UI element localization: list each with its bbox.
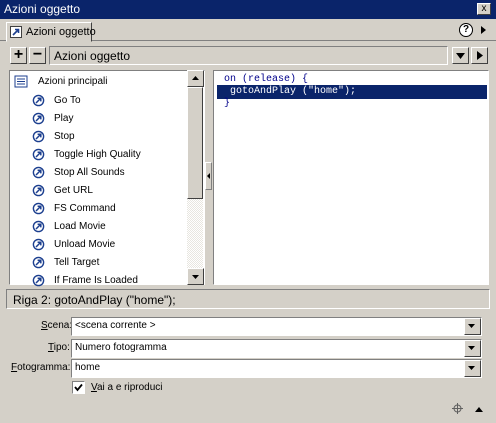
action-arrow-icon xyxy=(32,112,45,125)
category-label: Azioni principali xyxy=(38,76,108,87)
target-icon[interactable] xyxy=(452,403,463,414)
splitter-arrow-icon xyxy=(207,173,210,179)
action-arrow-icon xyxy=(32,220,45,233)
action-arrow-icon xyxy=(32,130,45,143)
scroll-down-icon xyxy=(192,275,199,279)
tab-label: Azioni oggetto xyxy=(26,26,96,38)
actions-list[interactable]: Azioni principali Go To Play Stop Toggle Hi… xyxy=(9,70,205,287)
action-item[interactable]: Toggle High Quality xyxy=(10,146,186,164)
action-item-label: Stop All Sounds xyxy=(54,167,125,178)
action-item[interactable]: FS Command xyxy=(10,200,186,218)
frame-combo[interactable]: home xyxy=(71,359,482,378)
scroll-up-button[interactable] xyxy=(187,70,204,87)
action-item-label: Unload Movie xyxy=(54,239,116,250)
panel-header-label: Azioni oggetto xyxy=(54,49,131,63)
action-item-label: Play xyxy=(54,113,74,124)
scene-label: Scena: xyxy=(41,320,72,331)
action-arrow-icon xyxy=(32,148,45,161)
move-up-button[interactable] xyxy=(471,47,488,64)
pane-splitter[interactable] xyxy=(205,162,212,190)
action-item-label: Load Movie xyxy=(54,221,106,232)
action-arrow-icon xyxy=(32,184,45,197)
action-item[interactable]: Unload Movie xyxy=(10,236,186,254)
triangle-down-icon xyxy=(456,53,465,59)
tab-azioni-oggetto[interactable]: Azioni oggetto xyxy=(6,22,96,42)
type-label-text: ipo: xyxy=(53,342,70,353)
action-item[interactable]: Tell Target xyxy=(10,254,186,272)
action-item[interactable]: Stop xyxy=(10,128,186,146)
action-item-label: Stop xyxy=(54,131,75,142)
status-line: Riga 2: gotoAndPlay ("home"); xyxy=(6,289,490,309)
scroll-down-button[interactable] xyxy=(187,268,204,285)
action-item-label: Go To xyxy=(54,95,81,106)
action-arrow-icon xyxy=(32,256,45,269)
add-action-button[interactable]: + xyxy=(10,47,27,64)
script-editor[interactable]: on (release) { gotoAndPlay ("home"); } xyxy=(213,70,489,285)
arrow-action-icon xyxy=(10,26,22,38)
play-checkbox-label[interactable]: Vai a e riproduci xyxy=(91,382,163,393)
category-azioni-principali[interactable]: Azioni principali xyxy=(10,73,186,91)
action-item-label: Get URL xyxy=(54,185,93,196)
help-button[interactable]: ? xyxy=(459,23,473,37)
scene-dropdown-button[interactable] xyxy=(464,318,481,335)
code-line-2[interactable]: gotoAndPlay ("home"); xyxy=(224,86,356,97)
action-item[interactable]: Play xyxy=(10,110,186,128)
close-button[interactable]: x xyxy=(477,3,491,15)
collapse-up-icon[interactable] xyxy=(474,405,484,413)
action-item[interactable]: Get URL xyxy=(10,182,186,200)
frame-label-text: otogramma: xyxy=(17,362,71,373)
type-select[interactable]: Numero fotogramma xyxy=(71,339,482,358)
scroll-thumb[interactable] xyxy=(187,87,203,199)
action-item[interactable]: If Frame Is Loaded xyxy=(10,272,186,290)
action-item-label: If Frame Is Loaded xyxy=(54,275,138,286)
scene-label-text: cena: xyxy=(47,320,73,331)
chevron-down-icon xyxy=(468,324,475,328)
triangle-right-icon xyxy=(477,51,483,60)
move-down-button[interactable] xyxy=(452,47,469,64)
action-arrow-icon xyxy=(32,166,45,179)
code-line-3[interactable]: } xyxy=(224,98,230,109)
action-item-label: Toggle High Quality xyxy=(54,149,141,160)
action-item[interactable]: Stop All Sounds xyxy=(10,164,186,182)
checkmark-icon xyxy=(74,383,83,392)
action-item-label: Tell Target xyxy=(54,257,100,268)
status-text: Riga 2: gotoAndPlay ("home"); xyxy=(13,293,176,307)
action-arrow-icon xyxy=(32,202,45,215)
action-arrow-icon xyxy=(32,238,45,251)
panel-header: Azioni oggetto xyxy=(49,46,448,65)
scene-label-accel: S xyxy=(41,320,48,331)
frame-label: Fotogramma: xyxy=(11,362,70,373)
book-icon xyxy=(14,75,28,88)
action-arrow-icon xyxy=(32,94,45,107)
frame-value: home xyxy=(75,362,101,373)
chevron-down-icon xyxy=(468,366,475,370)
window-title: Azioni oggetto xyxy=(4,2,81,16)
type-value: Numero fotogramma xyxy=(75,342,167,353)
action-arrow-icon xyxy=(32,274,45,287)
code-line-1[interactable]: on (release) { xyxy=(224,74,308,85)
frame-dropdown-button[interactable] xyxy=(464,360,481,377)
action-item[interactable]: Load Movie xyxy=(10,218,186,236)
action-item[interactable]: Go To xyxy=(10,92,186,110)
play-label-text: ai a e riproduci xyxy=(96,382,163,393)
play-checkbox[interactable] xyxy=(72,381,85,394)
type-dropdown-button[interactable] xyxy=(464,340,481,357)
scene-value: <scena corrente > xyxy=(75,320,156,331)
panel-menu-arrow-icon[interactable] xyxy=(477,24,489,36)
type-label: Tipo: xyxy=(48,342,70,353)
scene-select[interactable]: <scena corrente > xyxy=(71,317,482,336)
chevron-down-icon xyxy=(468,346,475,350)
scroll-up-icon xyxy=(192,76,199,80)
action-item-label: FS Command xyxy=(54,203,116,214)
remove-action-button[interactable]: − xyxy=(29,47,46,64)
